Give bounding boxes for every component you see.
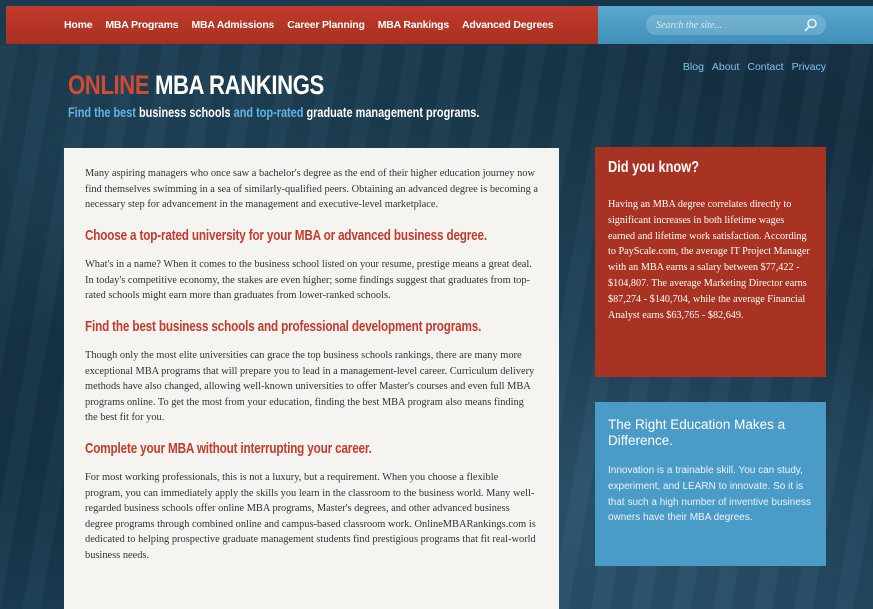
did-you-know-title: Did you know?: [608, 159, 700, 176]
search-bar: [598, 6, 873, 44]
tagline-part-5: graduate management programs.: [306, 104, 480, 120]
nav-career-planning[interactable]: Career Planning: [287, 19, 365, 31]
logo-accent: ONLINE: [68, 70, 150, 100]
did-you-know-body: Having an MBA degree correlates directly…: [608, 199, 810, 321]
contact-link[interactable]: Contact: [747, 61, 783, 73]
site-tagline: Find the best business schools and top-r…: [68, 104, 479, 120]
search-input[interactable]: [646, 15, 826, 35]
search-icon[interactable]: [804, 18, 818, 32]
tagline-part-1: Find the best: [68, 104, 136, 120]
right-education-box: The Right Education Makes a Difference. …: [595, 402, 826, 566]
article-heading-2: Find the best business schools and profe…: [85, 317, 482, 335]
article-paragraph-2: Though only the most elite universities …: [85, 350, 535, 423]
article-paragraph-3: For most working professionals, this is …: [85, 472, 536, 561]
nav-mba-admissions[interactable]: MBA Admissions: [191, 19, 274, 31]
about-link[interactable]: About: [712, 61, 739, 73]
article-heading-3: Complete your MBA without interrupting y…: [85, 439, 372, 457]
main-nav: Home MBA Programs MBA Admissions Career …: [6, 6, 598, 44]
right-education-body: Innovation is a trainable skill. You can…: [608, 465, 811, 524]
article-paragraph-1: What's in a name? When it comes to the b…: [85, 259, 532, 301]
nav-mba-programs[interactable]: MBA Programs: [105, 19, 178, 31]
tagline-part-3: and: [233, 104, 254, 120]
article-heading-1: Choose a top-rated university for your M…: [85, 226, 487, 244]
main-article: Many aspiring managers who once saw a ba…: [64, 148, 559, 609]
tagline-part-4: top-rated: [256, 104, 304, 120]
nav-home[interactable]: Home: [64, 19, 93, 31]
utility-links: Blog About Contact Privacy: [683, 61, 826, 73]
logo-text: MBA RANKINGS: [154, 70, 324, 100]
article-intro: Many aspiring managers who once saw a ba…: [85, 168, 539, 210]
tagline-part-2: business schools: [138, 104, 231, 120]
nav-mba-rankings[interactable]: MBA Rankings: [378, 19, 450, 31]
site-logo[interactable]: ONLINE MBA RANKINGS: [68, 70, 324, 101]
did-you-know-box: Did you know? Having an MBA degree corre…: [595, 147, 826, 377]
nav-advanced-degrees[interactable]: Advanced Degrees: [462, 19, 554, 31]
blog-link[interactable]: Blog: [683, 61, 704, 73]
privacy-link[interactable]: Privacy: [792, 61, 826, 73]
right-education-title: The Right Education Makes a Difference.: [608, 417, 786, 448]
